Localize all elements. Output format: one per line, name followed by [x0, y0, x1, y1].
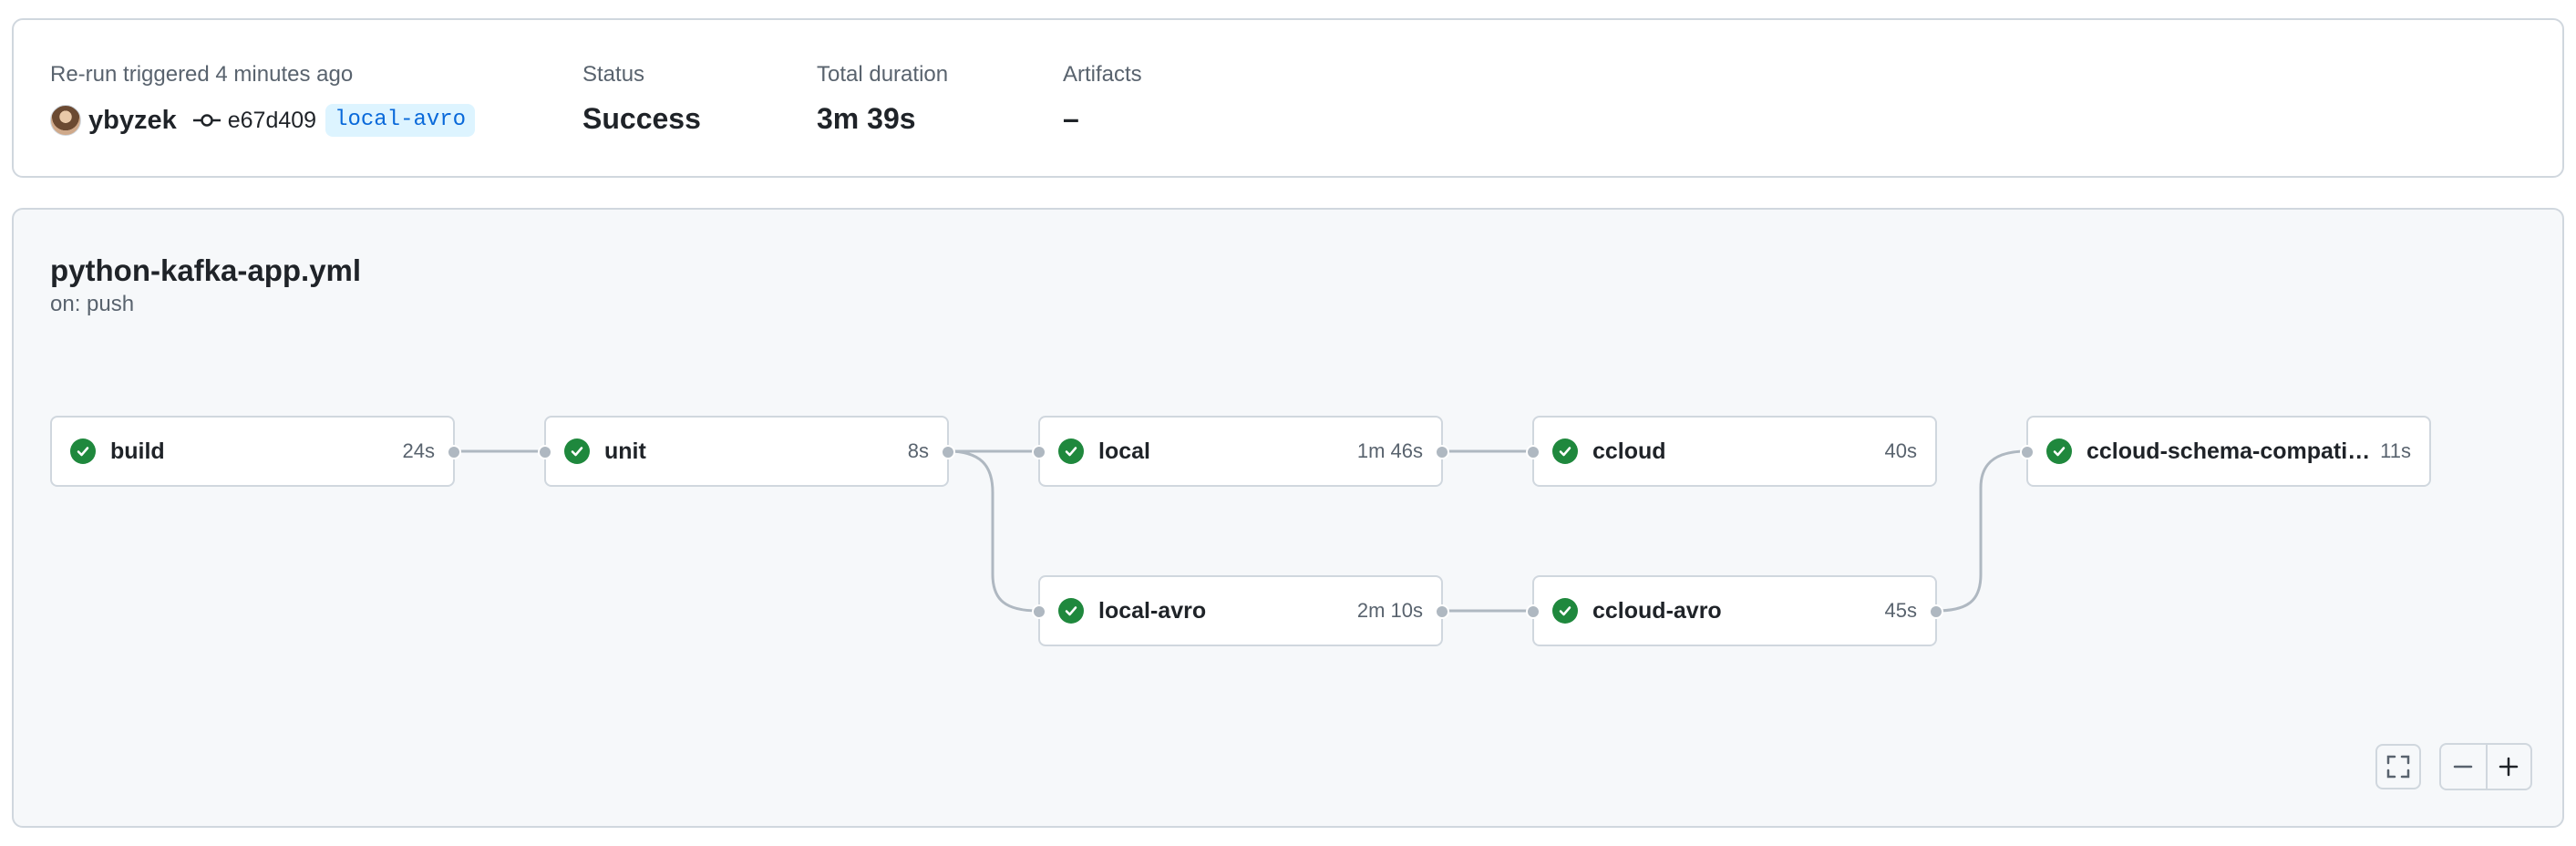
workflow-trigger: on: push	[50, 292, 135, 316]
workflow-file-name[interactable]: python-kafka-app.yml	[50, 253, 361, 288]
connector-dot	[1526, 604, 1540, 619]
check-circle-icon	[1058, 598, 1084, 624]
job-name: build	[110, 438, 165, 464]
zoom-out-button[interactable]	[2441, 745, 2486, 789]
connector-dot	[941, 445, 955, 459]
avatar[interactable]	[50, 105, 81, 136]
edge-ccloud-avro-schema	[1935, 449, 2027, 613]
check-circle-icon	[70, 438, 96, 464]
trigger-section: Re-run triggered 4 minutes ago ybyzek e6…	[50, 60, 476, 139]
minus-icon	[2454, 765, 2473, 769]
connector-dot	[1435, 445, 1449, 459]
job-duration: 24s	[402, 439, 435, 462]
job-unit[interactable]: unit 8s	[538, 416, 955, 487]
duration-label: Total duration	[817, 62, 949, 87]
status-section: Status Success	[582, 60, 701, 137]
job-duration: 2m 10s	[1356, 599, 1423, 622]
job-build[interactable]: build 24s	[50, 416, 461, 487]
job-local-avro[interactable]: local-avro 2m 10s	[1032, 575, 1449, 646]
check-circle-icon	[1058, 438, 1084, 464]
edge-unit-local-avro	[947, 449, 1039, 613]
job-duration: 45s	[1884, 599, 1917, 622]
duration-section: Total duration 3m 39s	[817, 60, 948, 137]
zoom-controls	[2439, 743, 2532, 790]
workflow-graph: python-kafka-app.yml on: push build 24s …	[12, 208, 2564, 828]
trigger-text: Re-run triggered 4 minutes ago	[50, 62, 354, 87]
artifacts-section: Artifacts –	[1063, 60, 1142, 137]
trigger-details: ybyzek e67d409 local-avro	[50, 102, 476, 139]
artifacts-value: –	[1063, 102, 1079, 135]
job-name: unit	[604, 438, 646, 464]
job-name: ccloud-schema-compatibi...	[2087, 438, 2372, 464]
run-summary-card: Re-run triggered 4 minutes ago ybyzek e6…	[12, 18, 2564, 178]
job-duration: 1m 46s	[1356, 439, 1423, 462]
job-dependency-edges	[455, 449, 2027, 613]
connector-dot	[1929, 604, 1943, 619]
zoom-in-button[interactable]	[2485, 745, 2530, 789]
username-link[interactable]: ybyzek	[88, 106, 177, 136]
branch-badge[interactable]: local-avro	[325, 104, 476, 137]
fullscreen-icon	[2386, 755, 2410, 779]
connector-dot	[1032, 604, 1046, 619]
status-value: Success	[582, 102, 701, 135]
job-name: ccloud-avro	[1592, 597, 1722, 624]
connector-dot	[1032, 445, 1046, 459]
job-duration: 8s	[907, 439, 929, 462]
check-circle-icon	[1552, 598, 1578, 624]
status-label: Status	[582, 62, 645, 87]
commit-sha-link[interactable]: e67d409	[228, 108, 316, 134]
job-name: local-avro	[1098, 597, 1207, 624]
job-local[interactable]: local 1m 46s	[1032, 416, 1449, 487]
check-circle-icon	[2046, 438, 2072, 464]
check-circle-icon	[1552, 438, 1578, 464]
connector-dot	[2020, 445, 2035, 459]
fullscreen-button[interactable]	[2375, 744, 2421, 789]
job-duration: 11s	[2380, 439, 2411, 462]
job-name: local	[1098, 438, 1150, 464]
check-circle-icon	[564, 438, 590, 464]
git-commit-icon	[192, 114, 221, 127]
job-ccloud-schema-compatibility[interactable]: ccloud-schema-compatibi... 11s	[2020, 416, 2431, 487]
artifacts-label: Artifacts	[1063, 62, 1142, 87]
connector-dot	[1435, 604, 1449, 619]
connector-dot	[538, 445, 552, 459]
duration-value: 3m 39s	[817, 102, 916, 135]
job-duration: 40s	[1884, 439, 1917, 462]
connector-dot	[1526, 445, 1540, 459]
job-ccloud[interactable]: ccloud 40s	[1526, 416, 1937, 487]
job-name: ccloud	[1592, 438, 1666, 464]
job-ccloud-avro[interactable]: ccloud-avro 45s	[1526, 575, 1943, 646]
connector-dot	[447, 445, 461, 459]
plus-icon	[2499, 757, 2519, 777]
